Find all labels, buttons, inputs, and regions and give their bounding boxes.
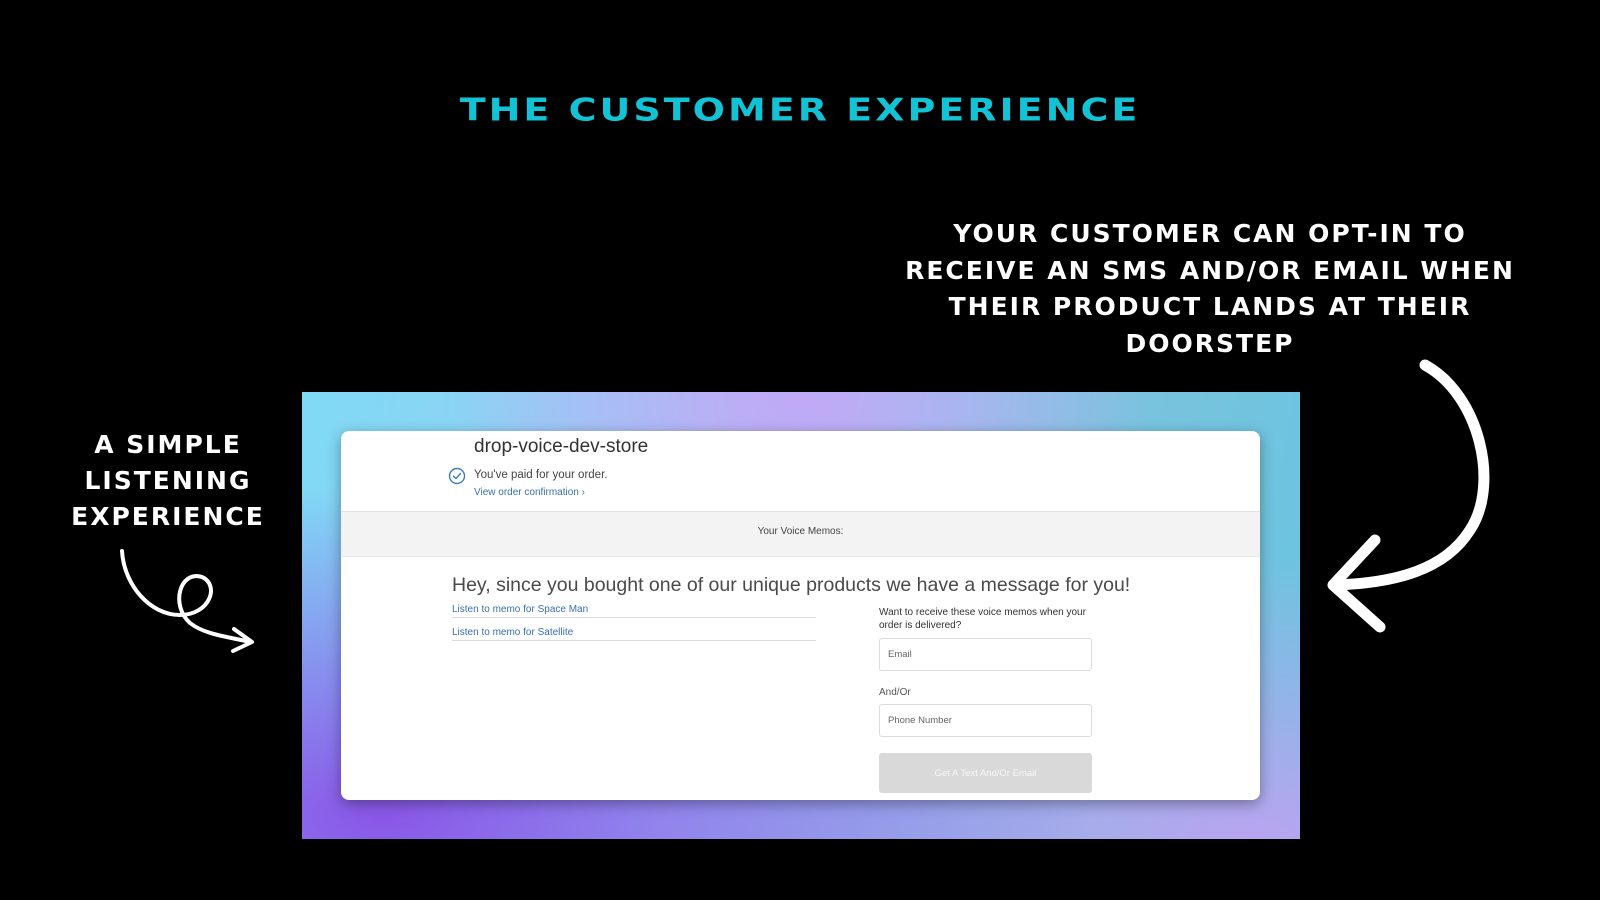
store-name: drop-voice-dev-store [474,436,649,457]
get-text-email-button[interactable]: Get A Text And/Or Email [879,753,1092,793]
curved-arrow-left-icon [1327,359,1490,633]
voice-memos-label: Your Voice Memos: [757,526,844,537]
memo-link-satellite[interactable]: Listen to memo for Satellite [452,627,816,641]
customer-message: Hey, since you bought one of our unique … [452,574,1131,596]
payment-status: You've paid for your order. [474,469,608,481]
thank-you-page: drop-voice-dev-store You've paid for you… [341,431,1260,800]
optin-callout: YOUR CUSTOMER CAN OPT-IN TO RECEIVE AN S… [905,219,1515,358]
view-confirmation-link[interactable]: View order confirmation › [474,487,585,498]
memo-link-space-man[interactable]: Listen to memo for Space Man [452,604,816,618]
slide-headline: THE CUSTOMER EXPERIENCE [459,91,1141,129]
optin-label: Want to receive these voice memos when y… [879,607,1086,631]
check-circle-icon [448,467,466,485]
andor-label: And/Or [879,687,911,698]
listening-callout: A SIMPLE LISTENING EXPERIENCE [71,430,265,531]
phone-field[interactable] [879,704,1092,737]
curly-arrow-right-icon [120,549,254,653]
email-field[interactable] [879,638,1092,671]
